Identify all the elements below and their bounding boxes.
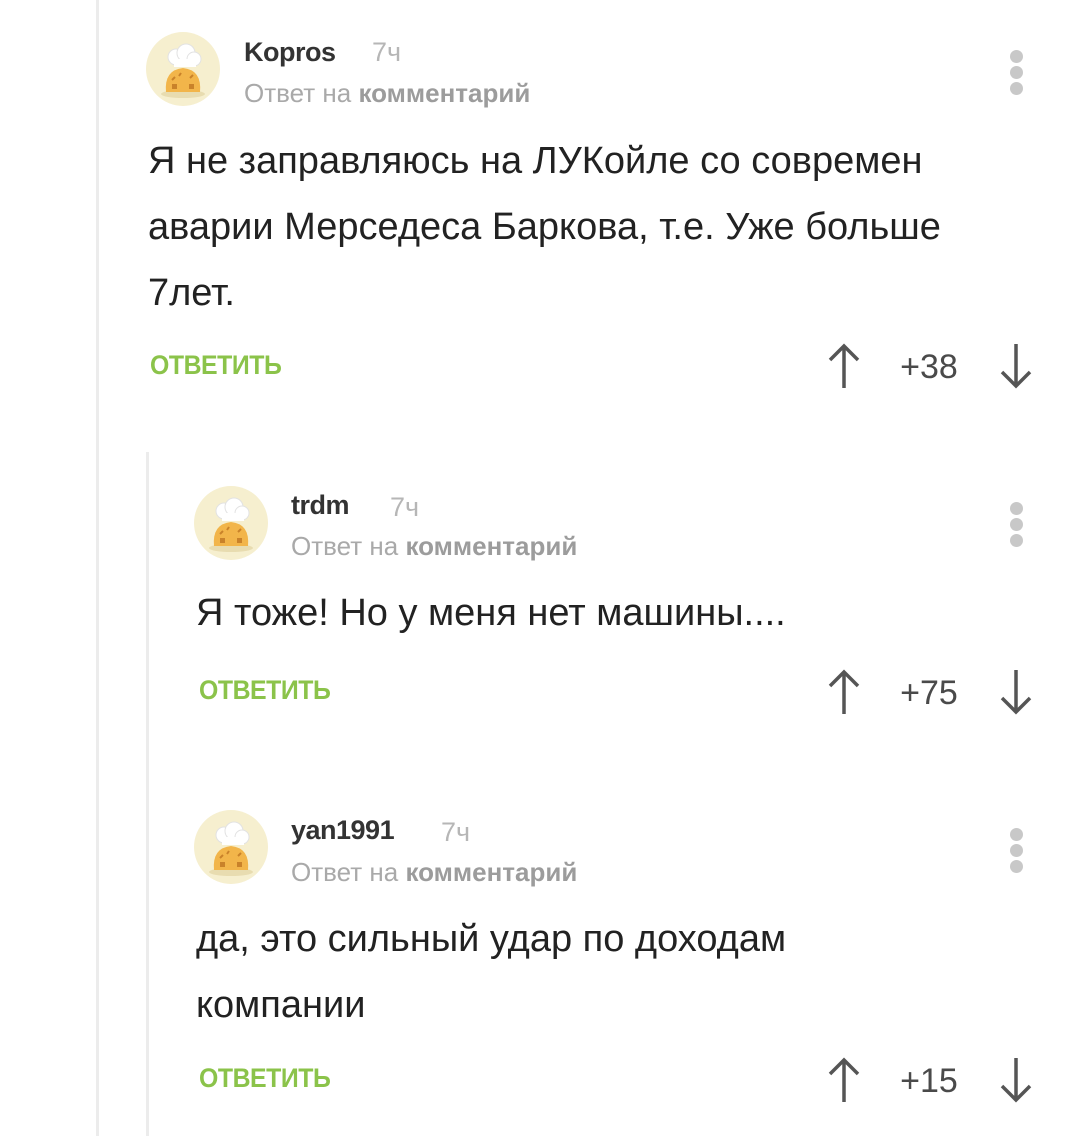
rating-value: +15 bbox=[900, 1062, 958, 1100]
reply-to-prefix: Ответ на bbox=[291, 857, 399, 887]
comment-text: да, это сильный удар по доходам компании bbox=[196, 906, 1046, 1038]
arrow-up-icon[interactable] bbox=[824, 1056, 864, 1104]
reply-button[interactable]: ОТВЕТИТЬ bbox=[199, 1063, 331, 1094]
comment: yan1991 7ч Ответ на комментарий да, это … bbox=[0, 0, 1080, 1136]
chef-hat-avatar-icon[interactable] bbox=[194, 810, 268, 884]
comment-line: компании bbox=[196, 984, 366, 1026]
username[interactable]: yan1991 bbox=[291, 815, 395, 846]
more-vertical-icon[interactable] bbox=[1006, 828, 1026, 876]
comment-time: 7ч bbox=[441, 817, 471, 847]
arrow-down-icon[interactable] bbox=[996, 1056, 1036, 1104]
reply-to-link[interactable]: комментарий bbox=[405, 857, 577, 887]
reply-to-label: Ответ на комментарий bbox=[291, 857, 577, 888]
comment-line: да, это сильный удар по доходам bbox=[196, 918, 787, 960]
